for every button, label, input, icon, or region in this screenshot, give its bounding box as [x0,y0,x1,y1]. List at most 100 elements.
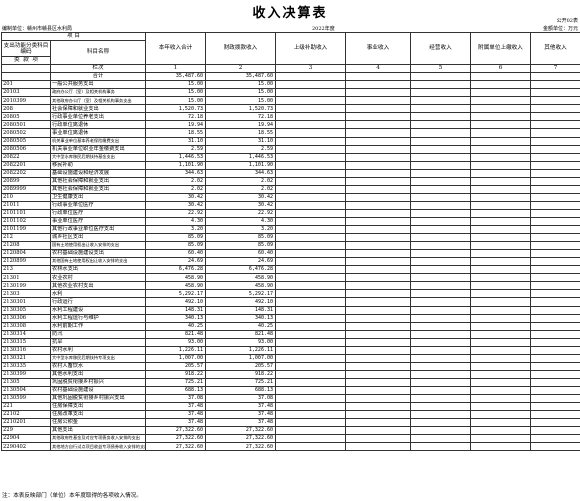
fiscal-income-cell: 2.59 [205,144,276,154]
business-income-cell [345,128,411,138]
operating-income-cell [410,72,471,82]
operating-income-cell [410,265,471,275]
name-cell: 农业农村 [50,273,146,283]
name-cell: 社会保障和就业支出 [50,104,146,114]
name-cell: 其他政府办公厅（室）及相关机构事务支出 [50,96,146,106]
operating-income-cell [410,410,471,420]
table-row: 2130316 农村水利 1,226.11 1,226.11 [1,345,580,355]
business-income-cell [345,313,411,323]
name-cell: 巩固脱贫衔接乡村振兴 [50,377,146,387]
code-cell: 2130314 [1,329,51,339]
name-cell: 农村人畜饮水 [50,361,146,371]
name-cell: 住房保障支出 [50,402,146,412]
table-row: 2101102 事业单位医疗 4.30 4.30 [1,216,580,227]
report-meta: 编制单位：赣州市赣县区水利局 2022年度 公开02表 金额单位：万元 [0,14,580,34]
code-cell: 2130321 [1,353,51,363]
other-income-cell [530,353,580,363]
name-cell: 一般公共服务支出 [50,80,146,90]
table-row: 201 一般公共服务支出 15.00 15.00 [1,80,580,90]
business-income-cell [345,257,411,267]
business-income-cell [345,144,411,154]
code-cell: 2101101 [1,208,51,218]
other-income-cell [530,216,580,227]
business-income-cell [345,112,411,122]
business-income-cell [345,377,411,387]
total-income-cell: 6,476.28 [145,265,206,275]
lei-kuan-xiang-header: 类 款 项 [1,56,51,66]
business-income-cell [345,80,411,90]
total-income-cell: 30.42 [145,200,206,210]
table-row: 2010399 其他政府办公厅（室）及相关机构事务支出 15.00 15.00 [1,96,580,106]
superior-subsidy-cell [275,329,346,339]
business-income-cell [345,120,411,130]
code-cell: 21301 [1,273,51,283]
table-row: 2130306 水利工程运行与维护 340.13 340.13 [1,313,580,323]
business-income-cell [345,208,411,218]
table-row: 20805 行政事业单位养老支出 72.18 72.18 [1,112,580,122]
name-cell: 行政事业单位养老支出 [50,112,146,122]
amount-unit: 金额单位：万元 [542,26,578,32]
operating-income-cell [410,208,471,218]
name-cell: 其他国有土地使用权出让收入安排的支出 [50,257,146,267]
total-income-cell: 15.00 [145,80,206,90]
business-income-cell [345,96,411,106]
name-cell: 行政单位医疗 [50,208,146,218]
operating-income-cell [410,313,471,323]
affiliate-income-cell [470,249,531,259]
fiscal-income-cell: 6,476.28 [205,265,276,275]
code-cell: 21305 [1,377,51,387]
table-row: 2080505 机关事业单位基本养老保险缴费支出 31.10 31.10 [1,136,580,146]
business-income-cell [345,241,411,251]
code-cell: 2080501 [1,120,51,130]
fiscal-income-cell: 22.92 [205,208,276,218]
superior-subsidy-cell [275,265,346,275]
fiscal-income-cell: 35,487.60 [205,72,276,82]
name-cell: 事业单位医疗 [50,216,146,227]
table-row: 2120804 农村基础设施建设支出 60.40 60.40 [1,249,580,259]
unit-label: 编制单位：赣州市赣县区水利局 [2,26,73,32]
fiscal-income-cell: 1,007.00 [205,353,276,363]
code-cell: 2101102 [1,216,51,227]
fiscal-income-cell: 27,322.60 [205,442,276,452]
code-cell: 20822 [1,152,51,162]
table-row: 208 社会保障和就业支出 1,520.73 1,520.73 [1,104,580,114]
table-row: 21303 水利 5,292.17 5,292.17 [1,289,580,299]
operating-income-cell [410,434,471,444]
table-row: 2130315 抗旱 93.00 93.00 [1,337,580,347]
operating-income-cell [410,112,471,122]
code-cell: 20103 [1,88,51,98]
business-income-cell [345,321,411,331]
code-cell: 21208 [1,241,51,251]
superior-subsidy-cell [275,313,346,323]
affiliate-income-cell [470,176,531,186]
table-row: 2290402 其他地方自行试点项目收益专项债券收入安排的支出 27,322.60 2… [1,442,580,452]
superior-subsidy-cell [275,361,346,371]
table-row: 2130305 水利工程建设 148.31 148.31 [1,305,580,315]
business-income-cell [345,410,411,420]
superior-subsidy-cell [275,96,346,106]
code-cell: 208 [1,104,51,114]
operating-income-cell [410,273,471,283]
operating-income-cell [410,289,471,299]
superior-subsidy-cell [275,442,346,452]
code-cell: 2120804 [1,249,51,259]
table-row: 2130314 防汛 821.48 821.48 [1,329,580,339]
superior-subsidy-cell [275,233,346,243]
colnum-6: 6 [470,64,531,74]
name-cell: 城乡社区支出 [50,233,146,243]
total-income-cell: 1,101.90 [145,160,206,170]
superior-subsidy-cell [275,394,346,404]
business-income-cell [345,168,411,178]
other-income-cell [530,160,580,170]
affiliate-income-cell [470,273,531,283]
business-income-cell [345,337,411,347]
fiscal-income-cell: 40.25 [205,321,276,331]
code-cell: 2130335 [1,361,51,371]
business-income-cell [345,297,411,307]
superior-subsidy-cell [275,80,346,90]
other-income-cell [530,88,580,98]
code-cell: 221 [1,402,51,412]
table-row: 22102 住房改革支出 37.48 37.48 [1,410,580,420]
superior-subsidy-cell [275,377,346,387]
total-income-cell: 60.40 [145,249,206,259]
